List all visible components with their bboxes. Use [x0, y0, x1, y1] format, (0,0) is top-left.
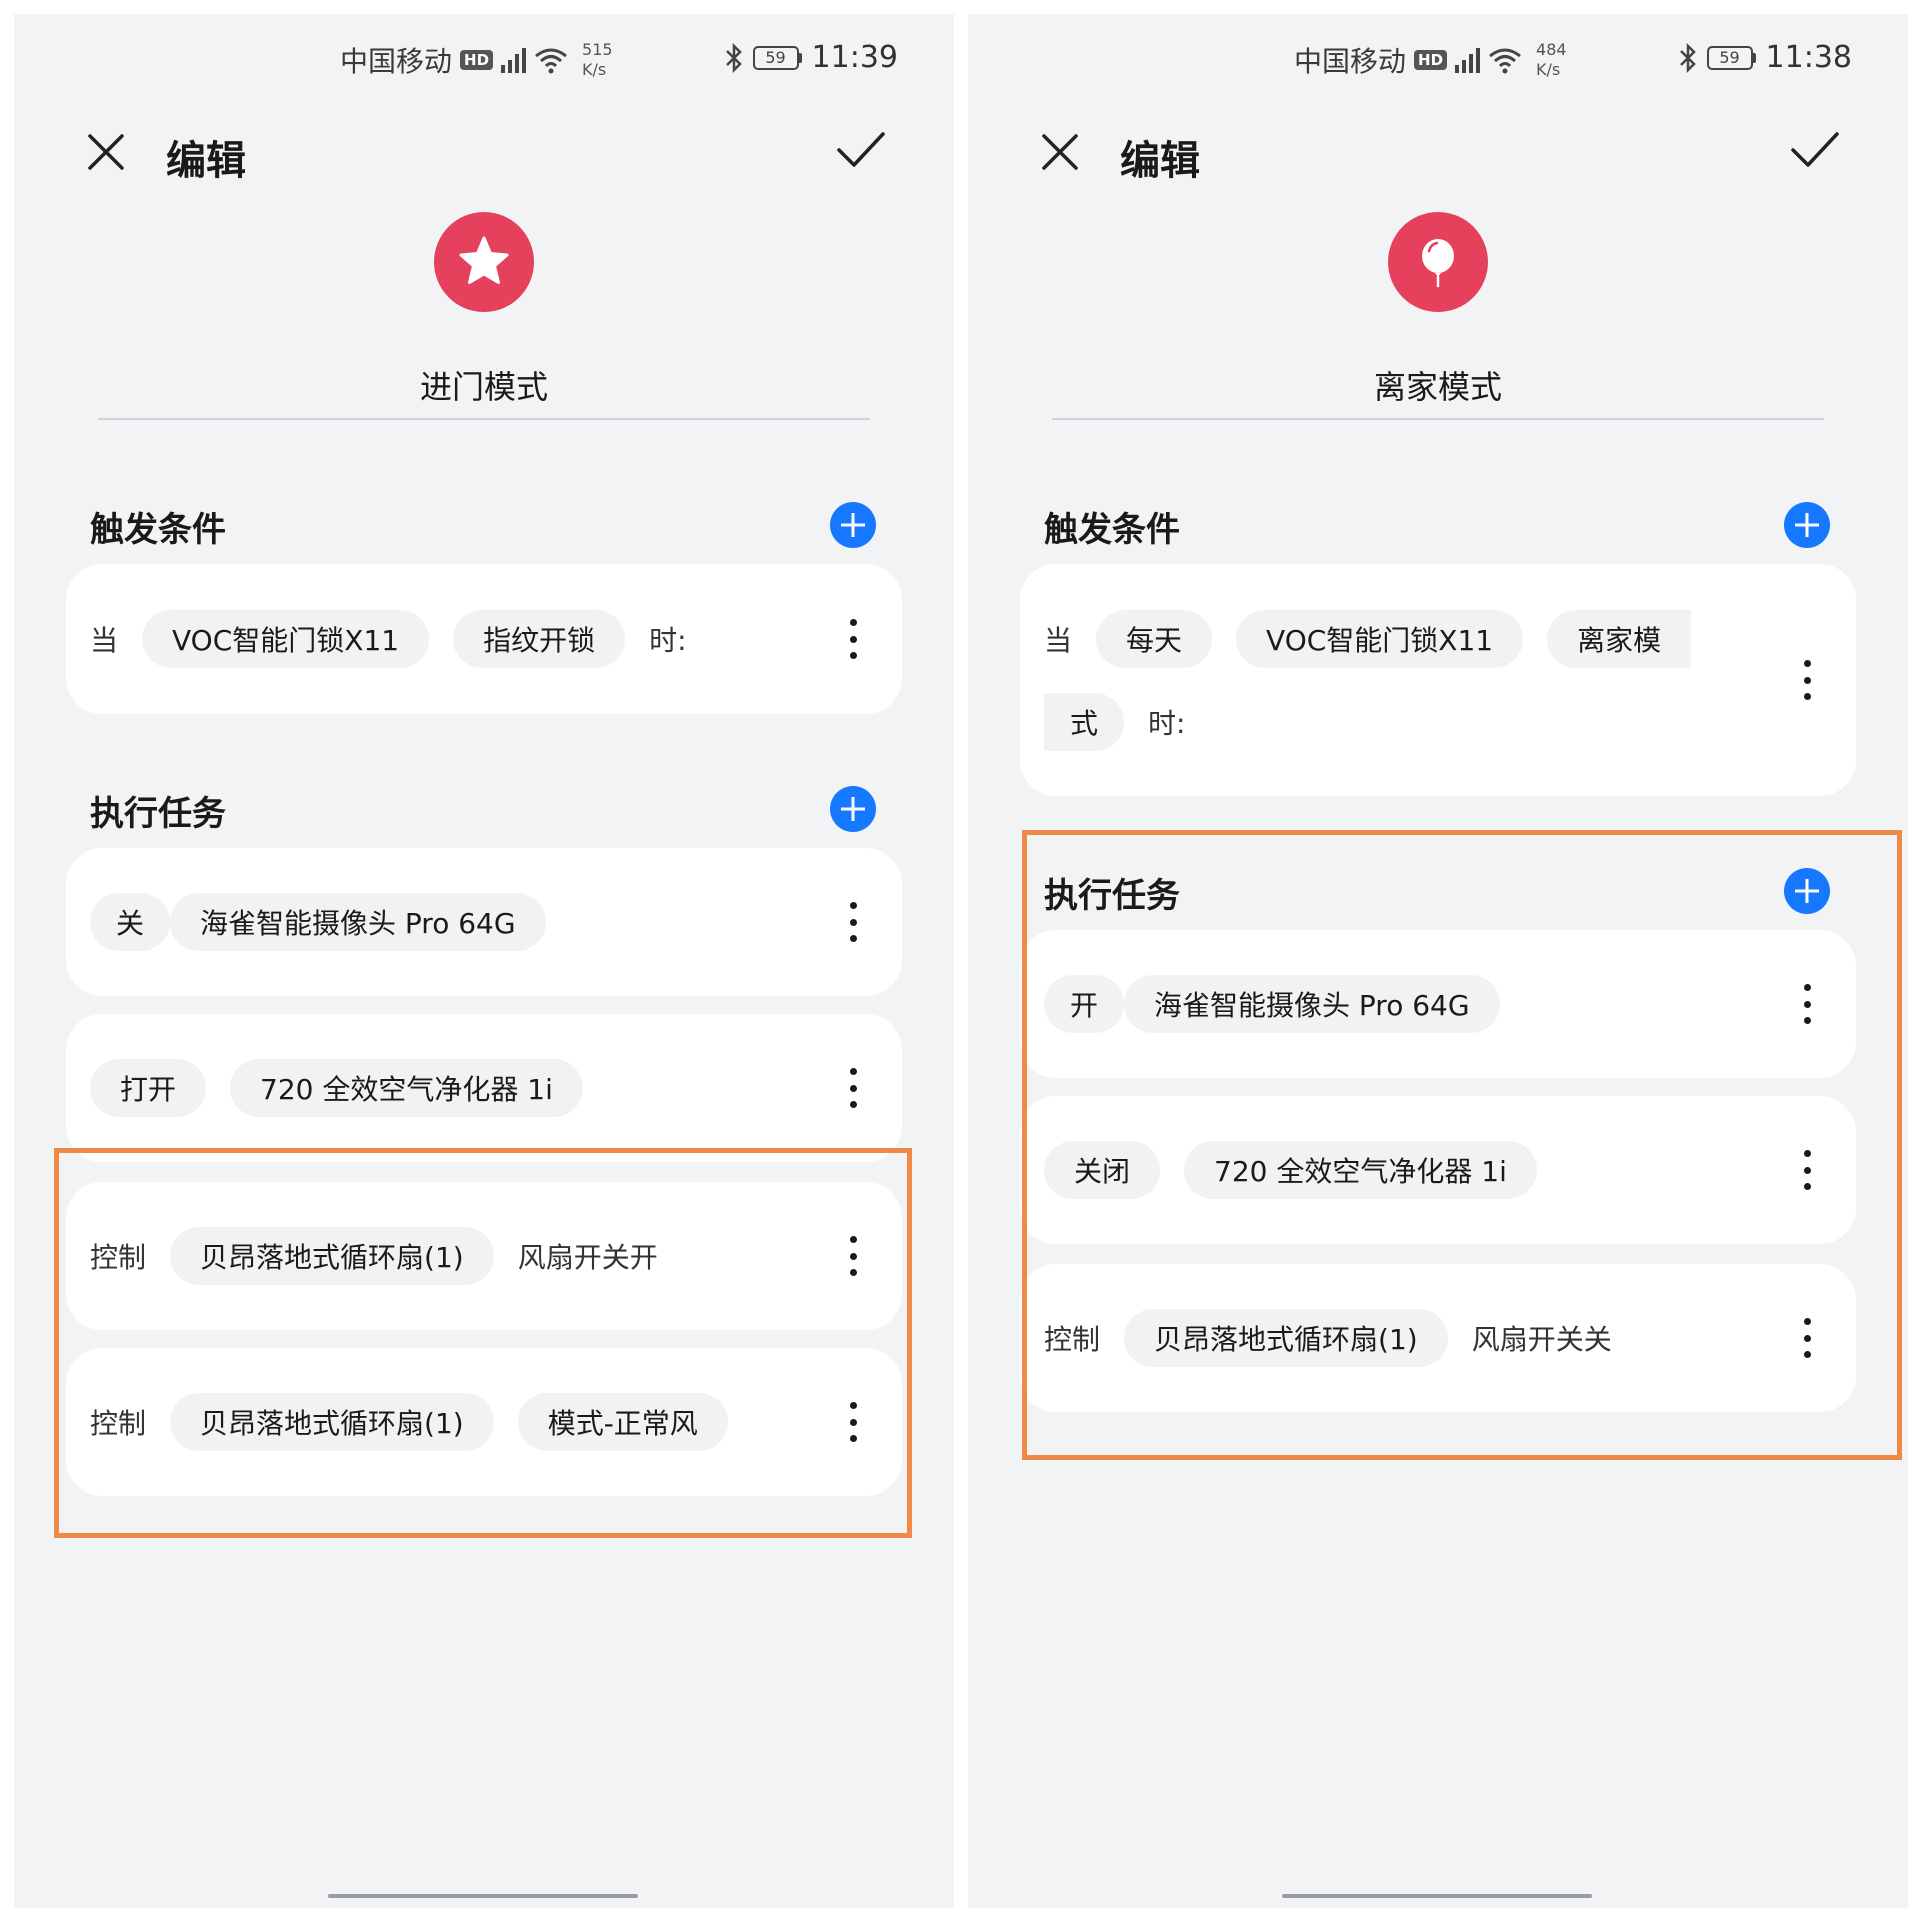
confirm-icon[interactable] [1790, 130, 1840, 170]
trigger-section-title: 触发条件 [1044, 510, 1180, 550]
signal-icon [501, 47, 527, 73]
task-device-chip[interactable]: 720 全效空气净化器 1i [230, 1059, 583, 1117]
carrier-name: 中国移动 [1294, 45, 1407, 78]
battery-icon: 59 [1706, 45, 1756, 70]
close-icon[interactable] [1040, 132, 1080, 172]
page-title: 编辑 [166, 138, 246, 184]
star-icon[interactable] [434, 212, 534, 312]
carrier-group: 中国移动 HD 484 K/s [1294, 40, 1567, 80]
trigger-device-chip[interactable]: VOC智能门锁X11 [142, 610, 430, 668]
screen-right: 中国移动 HD 484 K/s 59 11:38 编辑 离家模式 触发条件 当 … [968, 14, 1908, 1908]
task-device-chip[interactable]: 海雀智能摄像头 Pro 64G [170, 893, 546, 951]
trigger-time-chip[interactable]: 每天 [1096, 610, 1213, 668]
trigger-card[interactable]: 当 每天 VOC智能门锁X11 离家模 式 时: [1020, 564, 1856, 796]
more-icon[interactable] [1802, 660, 1812, 700]
trigger-event-chip[interactable]: 离家模 [1547, 610, 1692, 668]
task-row: 关 海雀智能摄像头 Pro 64G [90, 892, 546, 952]
trigger-event-chip-wrap[interactable]: 式 [1044, 693, 1125, 751]
trigger-event-chip[interactable]: 指纹开锁 [453, 610, 626, 668]
name-underline [98, 418, 870, 420]
screen-left: 中国移动 HD 515 K/s 59 11:39 编辑 进门模式 触发条件 当 … [14, 14, 954, 1908]
carrier-name: 中国移动 [340, 45, 453, 78]
battery-level: 59 [1706, 45, 1753, 70]
net-speed: 484 K/s [1536, 40, 1567, 80]
trigger-suffix: 时: [649, 624, 687, 657]
more-icon[interactable] [848, 1068, 858, 1108]
page-title: 编辑 [1120, 138, 1200, 184]
net-speed-unit: K/s [582, 60, 607, 79]
task-card[interactable]: 打开 720 全效空气净化器 1i [66, 1014, 902, 1162]
status-right: 59 11:38 [1679, 40, 1852, 75]
battery-icon: 59 [752, 45, 802, 70]
task-card[interactable]: 关 海雀智能摄像头 Pro 64G [66, 848, 902, 996]
add-trigger-button[interactable] [830, 502, 876, 548]
trigger-device-chip[interactable]: VOC智能门锁X11 [1236, 610, 1524, 668]
task-action-chip[interactable]: 关 [90, 893, 171, 951]
status-bar: 中国移动 HD 484 K/s 59 11:38 [968, 36, 1908, 80]
trigger-row: 当 每天 VOC智能门锁X11 离家模 [1044, 609, 1692, 669]
net-speed-unit: K/s [1536, 60, 1561, 79]
hd-badge: HD [460, 50, 494, 70]
signal-icon [1455, 47, 1481, 73]
tasks-section-title: 执行任务 [90, 794, 226, 834]
trigger-prefix: 当 [1044, 624, 1073, 657]
confirm-icon[interactable] [836, 130, 886, 170]
home-indicator[interactable] [328, 1894, 638, 1898]
status-time: 11:38 [1765, 40, 1852, 75]
more-icon[interactable] [848, 902, 858, 942]
home-indicator[interactable] [1282, 1894, 1592, 1898]
wifi-icon [1489, 48, 1521, 74]
add-trigger-button[interactable] [1784, 502, 1830, 548]
add-task-button[interactable] [830, 786, 876, 832]
status-time: 11:39 [811, 40, 898, 75]
bluetooth-icon [1679, 42, 1696, 73]
net-speed-value: 515 [582, 40, 613, 59]
close-icon[interactable] [86, 132, 126, 172]
more-icon[interactable] [848, 619, 858, 659]
header: 编辑 [968, 122, 1908, 184]
status-bar: 中国移动 HD 515 K/s 59 11:39 [14, 36, 954, 80]
header: 编辑 [14, 122, 954, 184]
trigger-row: 当 VOC智能门锁X11 指纹开锁 时: [90, 609, 687, 669]
bluetooth-icon [725, 42, 742, 73]
trigger-row-wrap: 式 时: [1044, 692, 1185, 752]
trigger-prefix: 当 [90, 624, 119, 657]
name-underline [1052, 418, 1824, 420]
task-row: 打开 720 全效空气净化器 1i [90, 1058, 583, 1118]
status-right: 59 11:39 [725, 40, 898, 75]
balloon-icon[interactable] [1388, 212, 1488, 312]
trigger-section-title: 触发条件 [90, 510, 226, 550]
hd-badge: HD [1414, 50, 1448, 70]
scene-name[interactable]: 离家模式 [968, 362, 1908, 408]
carrier-group: 中国移动 HD 515 K/s [340, 40, 613, 80]
net-speed: 515 K/s [582, 40, 613, 80]
highlight-box [54, 1148, 912, 1538]
trigger-card[interactable]: 当 VOC智能门锁X11 指纹开锁 时: [66, 564, 902, 714]
highlight-box [1022, 830, 1902, 1460]
wifi-icon [535, 48, 567, 74]
trigger-suffix: 时: [1148, 707, 1186, 740]
battery-level: 59 [752, 45, 799, 70]
net-speed-value: 484 [1536, 40, 1567, 59]
scene-name[interactable]: 进门模式 [14, 362, 954, 408]
task-action-chip[interactable]: 打开 [90, 1059, 207, 1117]
